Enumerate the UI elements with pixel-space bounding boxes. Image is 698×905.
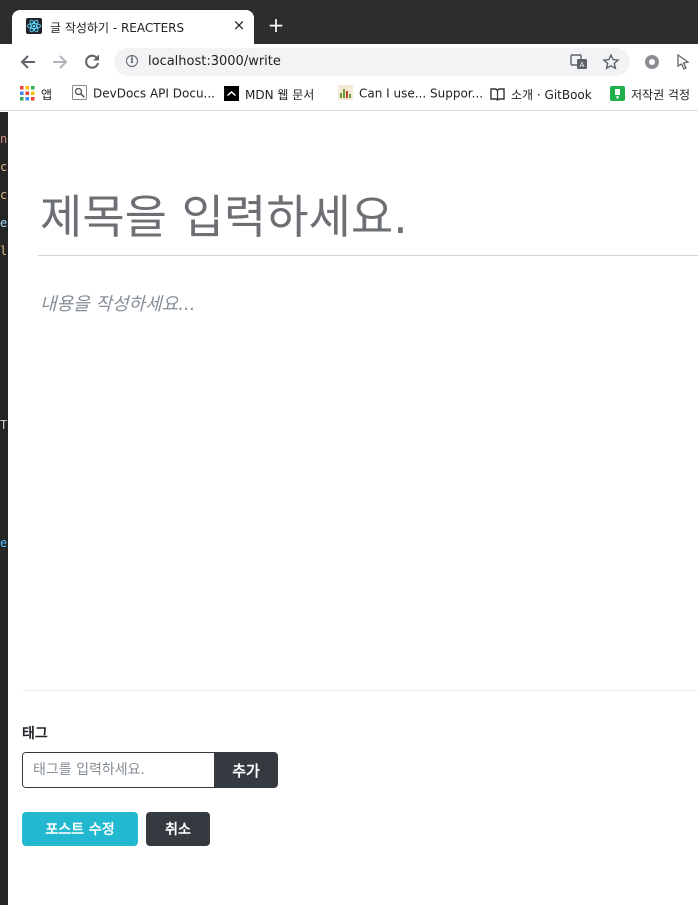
bookmark-apps[interactable]: 앱	[20, 86, 52, 104]
svg-text:A: A	[580, 61, 585, 69]
bookmark-gitbook[interactable]: 소개 · GitBook	[490, 86, 592, 104]
bookmark-label: MDN 웹 문서	[245, 88, 315, 102]
bookmark-mdn[interactable]: MDN 웹 문서	[224, 86, 314, 104]
add-tag-button[interactable]: 추가	[214, 753, 277, 787]
browser-tab[interactable]: 글 작성하기 - REACTERS ×	[12, 10, 254, 44]
edit-post-button[interactable]: 포스트 수정	[22, 812, 138, 846]
react-favicon-icon	[26, 18, 42, 34]
translate-icon[interactable]: A	[570, 53, 588, 71]
background-window-strip: n c c e l T e	[0, 112, 8, 905]
content-editor[interactable]	[38, 282, 698, 672]
devdocs-icon	[72, 85, 87, 100]
url-text[interactable]: localhost:3000/write	[148, 54, 281, 69]
bookmark-label: 소개 · GitBook	[511, 88, 592, 102]
info-icon[interactable]: i	[126, 55, 138, 67]
bookmark-label: DevDocs API Docu...	[93, 86, 215, 101]
title-input[interactable]	[38, 178, 698, 256]
address-bar[interactable]: i localhost:3000/write A	[114, 48, 630, 76]
reload-icon[interactable]	[81, 51, 103, 73]
tag-heading: 태그	[22, 726, 48, 742]
close-tab-icon[interactable]: ×	[230, 16, 248, 34]
copyright-icon	[610, 86, 625, 101]
forward-arrow-icon[interactable]	[49, 51, 71, 73]
tag-form: 추가	[22, 752, 278, 788]
apps-grid-icon	[20, 86, 35, 101]
bookmark-label: Can I use... Suppor...	[359, 86, 484, 101]
mdn-icon	[224, 86, 239, 101]
bookmark-label: 앱	[41, 88, 53, 102]
section-divider	[22, 690, 698, 691]
bookmark-caniuse[interactable]: Can I use... Suppor...	[338, 85, 484, 104]
extension-icon[interactable]	[643, 53, 661, 71]
star-icon[interactable]	[602, 53, 620, 71]
back-arrow-icon[interactable]	[17, 51, 39, 73]
bookmark-copyright[interactable]: 저작권 걱정	[610, 86, 690, 104]
bookmark-devdocs[interactable]: DevDocs API Docu...	[72, 85, 215, 104]
new-tab-button[interactable]: +	[266, 15, 286, 35]
bookmark-label: 저작권 걱정	[631, 88, 691, 102]
tag-input[interactable]	[23, 753, 214, 787]
caniuse-icon	[338, 85, 353, 100]
tab-title: 글 작성하기 - REACTERS	[50, 21, 185, 35]
book-icon	[490, 86, 505, 101]
cursor-icon[interactable]	[674, 53, 692, 71]
cancel-button[interactable]: 취소	[146, 812, 210, 846]
bookmarks-bar: 앱 DevDocs API Docu... MDN 웹 문서 Can I use…	[0, 80, 698, 111]
browser-toolbar: i localhost:3000/write A	[0, 44, 698, 80]
tab-strip: 글 작성하기 - REACTERS × +	[0, 0, 698, 44]
